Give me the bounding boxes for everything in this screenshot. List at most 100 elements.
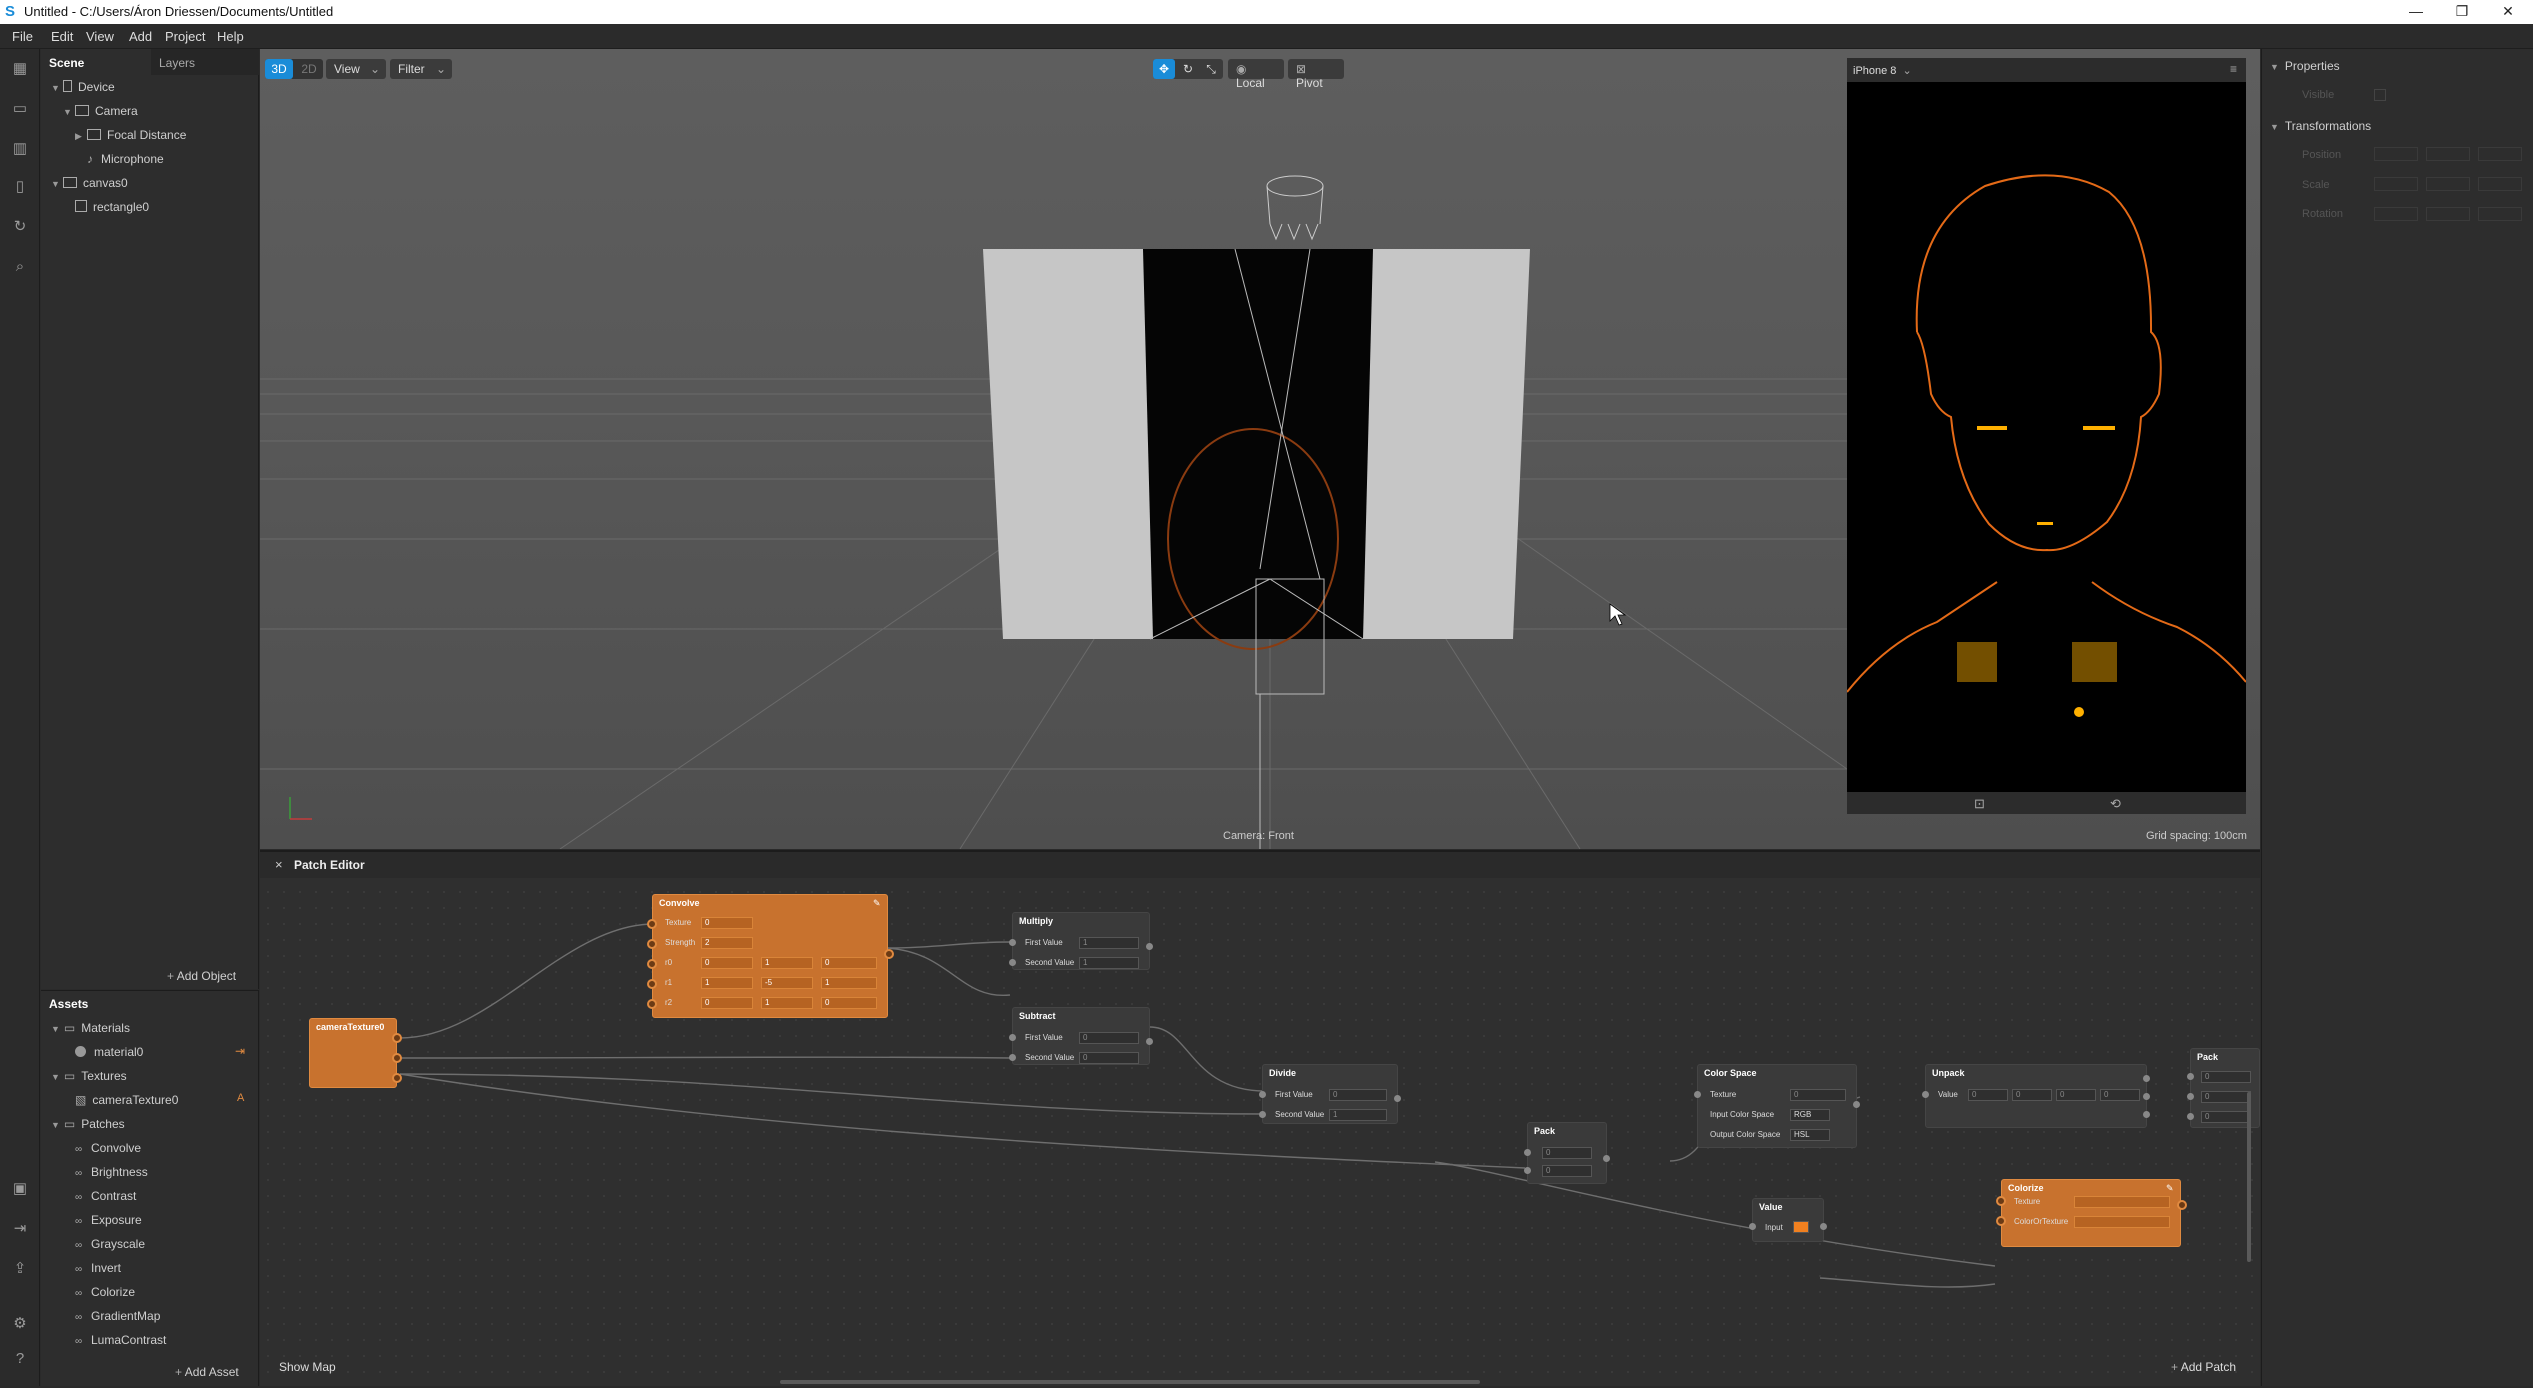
edit-icon[interactable]: ✎ (873, 898, 881, 909)
asset-patch-gradientmap[interactable]: ∞ GradientMap (75, 1309, 160, 1323)
asset-patch-grayscale[interactable]: ∞ Grayscale (75, 1237, 145, 1251)
input-port[interactable] (1009, 939, 1016, 946)
r0-z-field[interactable]: 0 (821, 957, 877, 969)
output-color-space-select[interactable]: HSL (1790, 1129, 1830, 1141)
color-texture-field[interactable] (2074, 1216, 2170, 1228)
r2-z-field[interactable]: 0 (821, 997, 877, 1009)
input-port[interactable] (1259, 1111, 1266, 1118)
input-port[interactable] (1694, 1091, 1701, 1098)
scale-x-field[interactable] (2374, 177, 2418, 191)
output-port[interactable] (1603, 1155, 1610, 1162)
mode-2d-button[interactable]: 2D (295, 59, 323, 79)
output-port[interactable] (2177, 1200, 2187, 1210)
asset-patch-brightness[interactable]: ∞ Brightness (75, 1165, 148, 1179)
position-z-field[interactable] (2478, 147, 2522, 161)
pack-y-field[interactable]: 0 (1542, 1165, 1592, 1177)
input-port[interactable] (1996, 1196, 2006, 1206)
menu-icon[interactable]: ≡ (2230, 62, 2237, 76)
filter-dropdown[interactable]: Filter ⌄ (390, 59, 452, 79)
output-port[interactable] (1820, 1223, 1827, 1230)
menu-help[interactable]: Help (217, 29, 244, 44)
unpack-w-field[interactable]: 0 (2100, 1089, 2140, 1101)
output-port[interactable] (2143, 1111, 2150, 1118)
input-port[interactable] (1009, 1054, 1016, 1061)
r2-y-field[interactable]: 1 (761, 997, 813, 1009)
second-value-field[interactable]: 1 (1329, 1109, 1387, 1121)
r1-x-field[interactable]: 1 (701, 977, 753, 989)
close-window-button[interactable]: ✕ (2485, 0, 2531, 24)
input-port[interactable] (1996, 1216, 2006, 1226)
light-gizmo-icon[interactable] (1266, 175, 1324, 241)
node-value[interactable]: Value Input (1749, 1198, 1827, 1242)
help-icon[interactable]: ? (10, 1349, 30, 1369)
chevron-right-icon[interactable]: ▶ (75, 131, 87, 142)
node-multiply[interactable]: Multiply First Value 1 Second Value 1 (1009, 912, 1153, 970)
chevron-down-icon[interactable]: ▼ (51, 1072, 60, 1082)
node-unpack[interactable]: Unpack Value 0 0 0 0 (1922, 1064, 2150, 1128)
tree-item-focal-distance[interactable]: ▶ Focal Distance (75, 128, 186, 142)
input-port[interactable] (2187, 1113, 2194, 1120)
first-value-field[interactable]: 1 (1079, 937, 1139, 949)
export-icon[interactable]: ⇥ (10, 1219, 30, 1239)
tab-scene[interactable]: Scene (41, 49, 151, 75)
r1-y-field[interactable]: -5 (761, 977, 813, 989)
pack-z-field[interactable]: 0 (2201, 1111, 2251, 1123)
unpack-y-field[interactable]: 0 (2012, 1089, 2052, 1101)
rotation-z-field[interactable] (2478, 207, 2522, 221)
device-icon[interactable]: ▯ (10, 177, 30, 197)
color-swatch[interactable] (1793, 1221, 1809, 1233)
rotation-x-field[interactable] (2374, 207, 2418, 221)
rotate-device-icon[interactable]: ⟲ (2110, 796, 2121, 812)
scale-y-field[interactable] (2426, 177, 2470, 191)
asset-patch-colorize[interactable]: ∞ Colorize (75, 1285, 135, 1299)
input-color-space-select[interactable]: RGB (1790, 1109, 1830, 1121)
asset-patch-contrast[interactable]: ∞ Contrast (75, 1189, 136, 1203)
scale-z-field[interactable] (2478, 177, 2522, 191)
minimize-button[interactable]: — (2393, 0, 2439, 24)
node-camera-texture[interactable]: cameraTexture0 (309, 1018, 402, 1088)
chevron-down-icon[interactable]: ▼ (51, 1120, 60, 1130)
settings-icon[interactable]: ⚙ (10, 1314, 30, 1334)
video-icon[interactable]: ▭ (10, 99, 30, 119)
pack-x-field[interactable]: 0 (2201, 1071, 2251, 1083)
asset-patch-invert[interactable]: ∞ Invert (75, 1261, 121, 1275)
pivot-toggle[interactable]: ⊠ Pivot (1288, 59, 1344, 90)
output-port[interactable] (1146, 1038, 1153, 1045)
node-color-space[interactable]: Color Space Texture 0 Input Color Space … (1694, 1064, 1860, 1148)
add-asset-button[interactable]: + Add Asset (175, 1365, 239, 1379)
second-value-field[interactable]: 0 (1079, 1052, 1139, 1064)
output-port[interactable] (392, 1053, 402, 1063)
node-subtract[interactable]: Subtract First Value 0 Second Value 0 (1009, 1007, 1153, 1065)
tree-item-rectangle[interactable]: rectangle0 (75, 200, 149, 214)
input-port[interactable] (1009, 959, 1016, 966)
input-port[interactable] (1524, 1167, 1531, 1174)
properties-section[interactable]: ▼ Properties (2270, 59, 2340, 73)
input-port[interactable] (647, 959, 657, 969)
position-x-field[interactable] (2374, 147, 2418, 161)
horizontal-scrollbar[interactable] (780, 1380, 1480, 1384)
device-selector[interactable]: iPhone 8 ⌄ (1853, 64, 1912, 77)
local-toggle[interactable]: ◉ Local (1228, 59, 1284, 90)
node-divide[interactable]: Divide First Value 0 Second Value 1 (1259, 1064, 1401, 1124)
patch-editor[interactable]: × Patch Editor cameraTexture0 Convolve ✎ (260, 850, 2260, 1386)
mode-3d-button[interactable]: 3D (265, 59, 293, 79)
unpack-z-field[interactable]: 0 (2056, 1089, 2096, 1101)
refresh-icon[interactable]: ↻ (10, 217, 30, 237)
output-port[interactable] (1853, 1101, 1860, 1108)
menu-view[interactable]: View (86, 29, 114, 44)
screenshot-icon[interactable]: ⊡ (1974, 796, 1985, 812)
input-port[interactable] (1922, 1091, 1929, 1098)
move-tool-icon[interactable]: ✥ (1153, 59, 1175, 79)
chevron-down-icon[interactable]: ▼ (51, 83, 63, 93)
r2-x-field[interactable]: 0 (701, 997, 753, 1009)
menu-file[interactable]: File (12, 29, 33, 44)
node-pack[interactable]: Pack 0 0 (1524, 1122, 1610, 1184)
asset-patch-lumacontrast[interactable]: ∞ LumaContrast (75, 1333, 166, 1347)
texture-field[interactable]: 0 (1790, 1089, 1846, 1101)
output-port[interactable] (884, 949, 894, 959)
pack-y-field[interactable]: 0 (2201, 1091, 2251, 1103)
asset-material0[interactable]: material0 (75, 1045, 143, 1059)
output-port[interactable] (2143, 1093, 2150, 1100)
asset-camera-texture[interactable]: ▧ cameraTexture0 (75, 1093, 178, 1107)
vertical-scrollbar[interactable] (2247, 1092, 2251, 1262)
